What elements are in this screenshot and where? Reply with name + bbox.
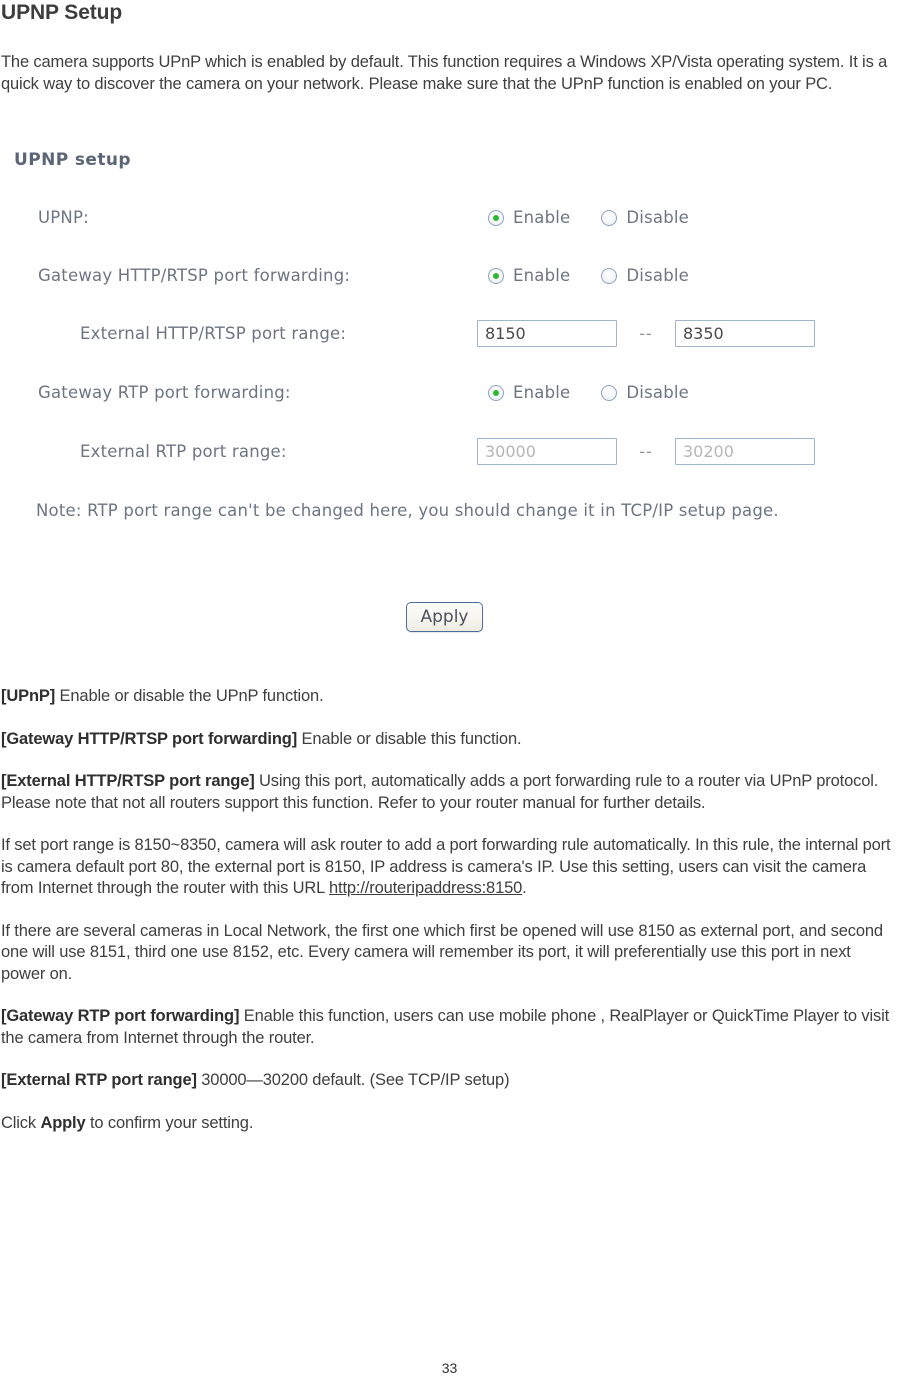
desc-port-rule-period: . bbox=[522, 879, 527, 897]
radio-upnp-disable[interactable] bbox=[601, 209, 618, 226]
radio-gateway-rtp-disable[interactable] bbox=[601, 384, 618, 401]
desc-gateway-rtp: [Gateway RTP port forwarding] Enable thi… bbox=[0, 1006, 899, 1049]
desc-external-http: [External HTTP/RTSP port range] Using th… bbox=[0, 771, 899, 814]
page-number: 33 bbox=[441, 1360, 458, 1376]
desc-port-rule: If set port range is 8150~8350, camera w… bbox=[0, 835, 899, 900]
label-external-http-rtsp-range: External HTTP/RTSP port range: bbox=[80, 324, 347, 343]
desc-external-http-term: [External HTTP/RTSP port range] bbox=[1, 772, 255, 790]
page-title: UPNP Setup bbox=[1, 1, 123, 24]
description-section: [UPnP] Enable or disable the UPnP functi… bbox=[0, 686, 899, 1134]
range-separator: -- bbox=[639, 324, 653, 343]
desc-gateway-rtp-term: [Gateway RTP port forwarding] bbox=[1, 1007, 240, 1025]
figure-title: UPNP setup bbox=[14, 150, 131, 170]
radio-upnp-enable[interactable] bbox=[488, 209, 504, 226]
external-rtp-from-input bbox=[477, 438, 617, 465]
form-row-gateway-http-rtsp-forwarding: Gateway HTTP/RTSP port forwarding: Enabl… bbox=[0, 266, 899, 296]
range-separator: -- bbox=[639, 442, 653, 461]
click-apply-bold: Apply bbox=[40, 1113, 86, 1132]
document-content: UPNP Setup The camera supports UPnP whic… bbox=[0, 0, 899, 95]
form-row-external-rtp-range: External RTP port range: -- bbox=[0, 438, 899, 472]
radio-label-gateway-http-enable[interactable]: Enable bbox=[513, 266, 570, 285]
apply-button[interactable]: Apply bbox=[406, 602, 483, 632]
radio-label-gateway-http-disable[interactable]: Disable bbox=[626, 266, 689, 285]
label-upnp: UPNP: bbox=[38, 208, 89, 227]
desc-gateway-http-text: Enable or disable this function. bbox=[297, 729, 522, 748]
radio-gateway-http-enable[interactable] bbox=[488, 267, 504, 284]
desc-upnp-term: [UPnP] bbox=[1, 687, 56, 705]
radio-gateway-rtp-enable[interactable] bbox=[488, 384, 504, 401]
desc-click-apply: Click Apply to confirm your setting. bbox=[0, 1113, 899, 1135]
desc-external-rtp: [External RTP port range] 30000—30200 de… bbox=[0, 1070, 899, 1092]
click-prefix: Click bbox=[1, 1113, 41, 1132]
range-inputs-external-rtp: -- bbox=[477, 438, 815, 465]
external-rtp-to-input bbox=[675, 438, 815, 465]
radio-label-gateway-rtp-enable[interactable]: Enable bbox=[513, 383, 570, 402]
radio-gateway-http-disable[interactable] bbox=[601, 267, 618, 284]
radio-label-gateway-rtp-disable[interactable]: Disable bbox=[626, 383, 689, 402]
desc-upnp: [UPnP] Enable or disable the UPnP functi… bbox=[0, 686, 899, 708]
radio-group-upnp: Enable Disable bbox=[488, 208, 689, 227]
radio-label-upnp-enable[interactable]: Enable bbox=[513, 208, 570, 227]
desc-gateway-http-term: [Gateway HTTP/RTSP port forwarding] bbox=[1, 729, 298, 748]
desc-upnp-text: Enable or disable the UPnP function. bbox=[55, 687, 324, 705]
range-inputs-external-http-rtsp: -- bbox=[477, 320, 815, 347]
label-gateway-rtp-forwarding: Gateway RTP port forwarding: bbox=[38, 383, 291, 402]
upnp-setup-figure: UPNP setup UPNP: Enable Disable Gateway … bbox=[0, 140, 899, 655]
desc-multiple-cameras: If there are several cameras in Local Ne… bbox=[1, 921, 883, 983]
external-http-rtsp-to-input[interactable] bbox=[675, 320, 815, 347]
form-row-gateway-rtp-forwarding: Gateway RTP port forwarding: Enable Disa… bbox=[0, 383, 899, 413]
external-http-rtsp-from-input[interactable] bbox=[477, 320, 617, 347]
label-gateway-http-rtsp-forwarding: Gateway HTTP/RTSP port forwarding: bbox=[38, 266, 351, 285]
form-row-upnp: UPNP: Enable Disable bbox=[0, 208, 899, 238]
radio-label-upnp-disable[interactable]: Disable bbox=[626, 208, 689, 227]
radio-group-gateway-http-rtsp-forwarding: Enable Disable bbox=[488, 266, 689, 285]
form-row-external-http-rtsp-range: External HTTP/RTSP port range: -- bbox=[0, 320, 899, 354]
desc-external-rtp-term: [External RTP port range] bbox=[1, 1071, 197, 1089]
intro-paragraph: The camera supports UPnP which is enable… bbox=[1, 53, 888, 93]
radio-group-gateway-rtp-forwarding: Enable Disable bbox=[488, 383, 689, 402]
label-external-rtp-range: External RTP port range: bbox=[80, 442, 287, 461]
desc-gateway-http: [Gateway HTTP/RTSP port forwarding] Enab… bbox=[0, 729, 899, 751]
figure-note: Note: RTP port range can't be changed he… bbox=[36, 501, 779, 520]
click-suffix: to confirm your setting. bbox=[85, 1113, 254, 1132]
router-url-link[interactable]: http://routeripaddress:8150 bbox=[329, 879, 522, 897]
desc-external-rtp-text: 30000—30200 default. (See TCP/IP setup) bbox=[196, 1071, 510, 1089]
